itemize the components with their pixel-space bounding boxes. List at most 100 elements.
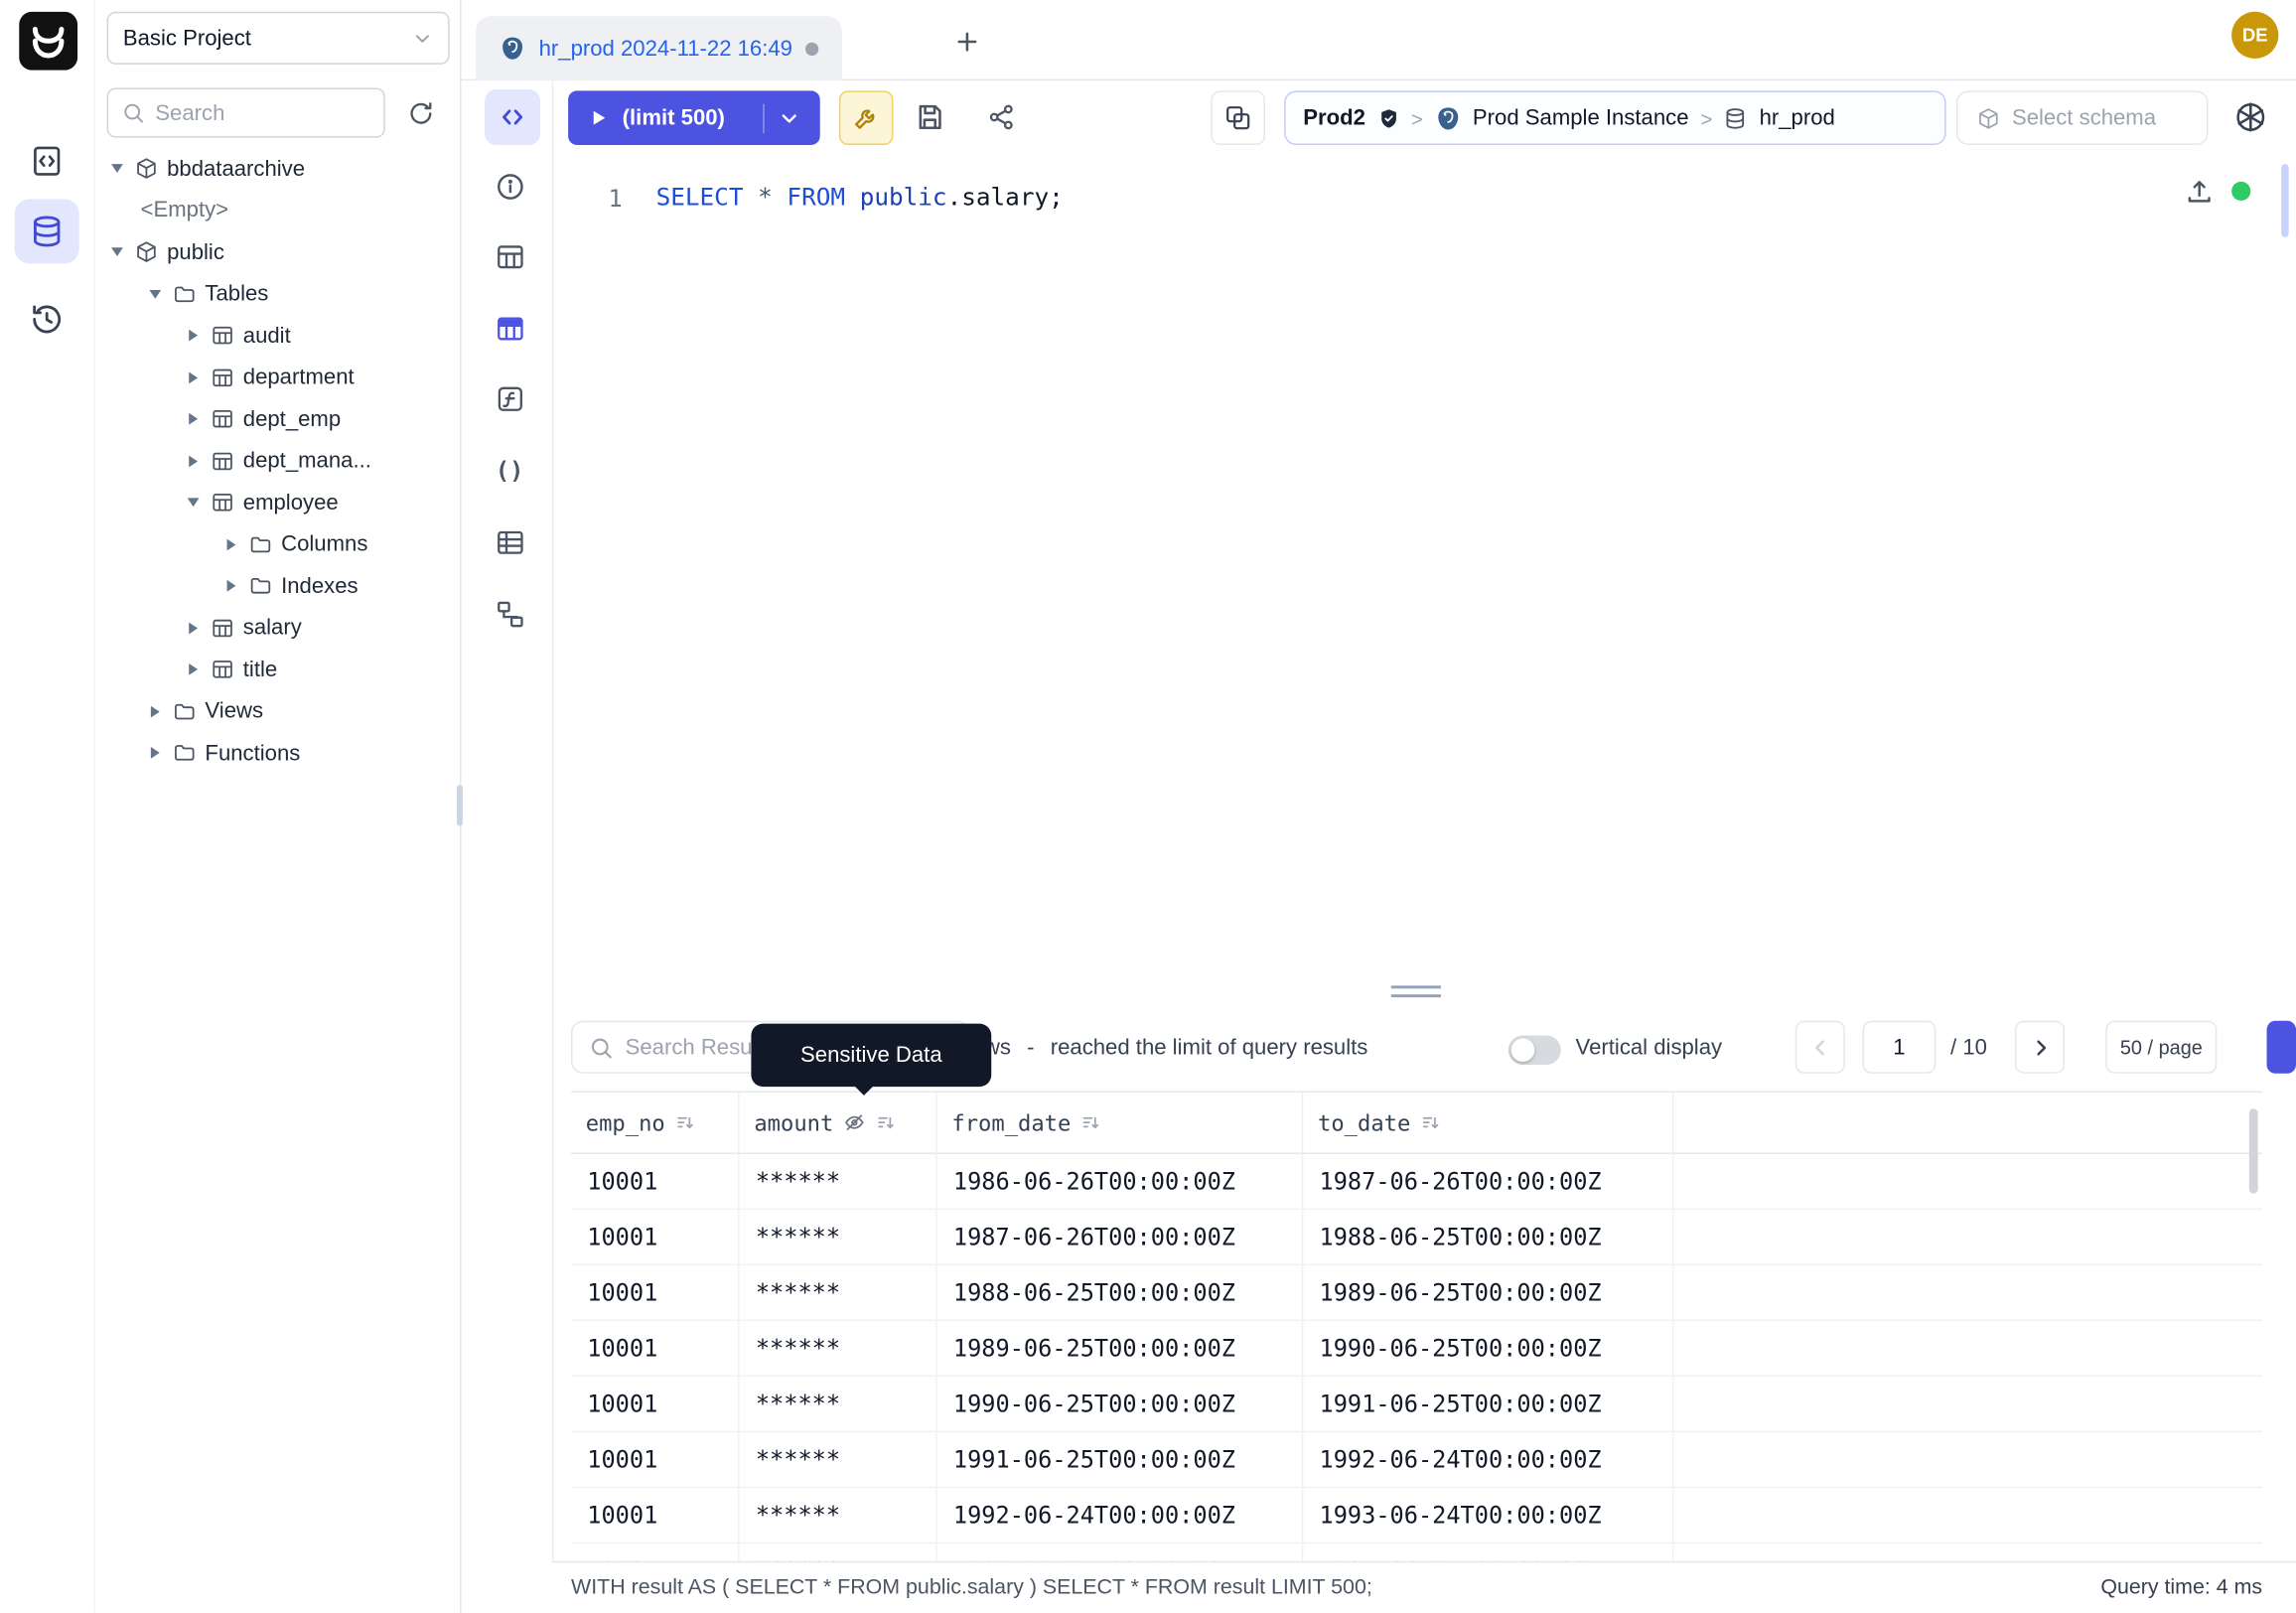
batch-query-button[interactable] <box>1211 90 1265 145</box>
tree-item-title[interactable]: title <box>95 649 462 690</box>
cell-emp-no[interactable]: 10001 <box>571 1488 740 1543</box>
cell-emp-no[interactable]: 10001 <box>571 1210 740 1265</box>
cell-to-date[interactable]: 1993-06-24T00:00:00Z <box>1303 1488 1673 1543</box>
page-number-input[interactable] <box>1864 1022 1935 1072</box>
select-schema-button[interactable]: Select schema <box>1956 90 2209 145</box>
cell-from-date[interactable]: 1991-06-25T00:00:00Z <box>937 1432 1304 1488</box>
prev-page-button[interactable] <box>1795 1021 1845 1074</box>
table-data-icon[interactable] <box>492 524 526 559</box>
cell-from-date[interactable]: 1990-06-25T00:00:00Z <box>937 1377 1304 1432</box>
project-selector[interactable]: Basic Project <box>107 12 450 65</box>
caret-down-icon[interactable] <box>107 248 126 257</box>
tree-item-bbdataarchive[interactable]: bbdataarchive <box>95 148 462 190</box>
caret-right-icon[interactable] <box>145 747 164 759</box>
cell-amount-masked[interactable]: ****** <box>740 1432 937 1488</box>
tree-item-dept-manager[interactable]: dept_mana... <box>95 440 462 482</box>
sort-icon[interactable] <box>876 1112 897 1133</box>
upload-icon[interactable] <box>2182 174 2217 209</box>
cell-emp-no[interactable]: 10001 <box>571 1432 740 1488</box>
connection-breadcrumb[interactable]: Prod2 > Prod Sample Instance > hr_prod <box>1284 90 1945 145</box>
tree-item-employee[interactable]: employee <box>95 482 462 523</box>
cell-from-date[interactable]: 1987-06-26T00:00:00Z <box>937 1210 1304 1265</box>
cell-emp-no[interactable]: 10001 <box>571 1154 740 1210</box>
export-button-clipped[interactable] <box>2267 1021 2296 1074</box>
cell-emp-no[interactable]: 10001 <box>571 1265 740 1321</box>
caret-down-icon[interactable] <box>107 165 126 174</box>
table-panel-icon[interactable] <box>492 238 526 273</box>
caret-right-icon[interactable] <box>183 663 202 675</box>
tree-item-views[interactable]: Views <box>95 690 462 732</box>
tree-item-columns[interactable]: Columns <box>95 523 462 565</box>
cell-from-date[interactable]: 1989-06-25T00:00:00Z <box>937 1321 1304 1377</box>
cell-to-date[interactable]: 1991-06-25T00:00:00Z <box>1303 1377 1673 1432</box>
bytebase-logo[interactable] <box>19 12 77 71</box>
share-sheet-button[interactable] <box>982 98 1020 136</box>
cell-to-date[interactable]: 1988-06-25T00:00:00Z <box>1303 1210 1673 1265</box>
run-options-chevron-icon[interactable] <box>778 106 801 130</box>
sort-icon[interactable] <box>675 1112 696 1133</box>
cell-to-date[interactable]: 1989-06-25T00:00:00Z <box>1303 1265 1673 1321</box>
tree-item-functions[interactable]: Functions <box>95 732 462 774</box>
cell-amount-masked[interactable]: ****** <box>740 1377 937 1432</box>
new-tab-button[interactable] <box>948 24 983 59</box>
sidebar-resize-handle[interactable] <box>457 785 463 825</box>
caret-right-icon[interactable] <box>183 413 202 425</box>
cell-from-date[interactable]: 1993-06-24T00:00:00Z <box>937 1543 1304 1561</box>
format-sql-button[interactable] <box>839 90 894 145</box>
next-page-button[interactable] <box>2015 1021 2065 1074</box>
cell-amount-masked[interactable]: ****** <box>740 1265 937 1321</box>
sort-icon[interactable] <box>1081 1112 1102 1133</box>
tree-item-salary[interactable]: salary <box>95 607 462 649</box>
rail-sql-file-icon[interactable] <box>15 129 79 194</box>
colored-table-icon[interactable] <box>492 311 526 346</box>
cell-amount-masked[interactable]: ****** <box>740 1154 937 1210</box>
run-query-button[interactable]: (limit 500) <box>568 90 820 145</box>
cell-from-date[interactable]: 1992-06-24T00:00:00Z <box>937 1488 1304 1543</box>
sql-editor-surface[interactable]: 1 SELECT * FROM public.salary; <box>552 161 2280 993</box>
cell-amount-masked[interactable]: ****** <box>740 1488 937 1543</box>
refresh-icon[interactable] <box>398 90 442 134</box>
schema-diagram-icon[interactable] <box>492 596 526 631</box>
sidebar-search-input[interactable] <box>155 100 370 125</box>
user-avatar[interactable]: DE <box>2231 12 2278 59</box>
cell-to-date[interactable]: 1990-06-25T00:00:00Z <box>1303 1321 1673 1377</box>
column-header-emp-no[interactable]: emp_no <box>571 1093 740 1154</box>
results-scrollbar-thumb[interactable] <box>2249 1108 2258 1194</box>
save-sheet-button[interactable] <box>910 96 950 137</box>
tree-item-public[interactable]: public <box>95 231 462 273</box>
cell-amount-masked[interactable]: ****** <box>740 1210 937 1265</box>
caret-right-icon[interactable] <box>221 580 240 592</box>
rail-database-icon[interactable] <box>15 200 79 264</box>
tree-item-tables[interactable]: Tables <box>95 273 462 315</box>
tree-item-dept-emp[interactable]: dept_emp <box>95 398 462 440</box>
caret-down-icon[interactable] <box>183 499 202 508</box>
caret-right-icon[interactable] <box>145 705 164 717</box>
panel-resize-handle[interactable] <box>1391 985 1441 997</box>
sidebar-search[interactable] <box>107 87 385 137</box>
caret-right-icon[interactable] <box>183 371 202 383</box>
cell-amount-masked[interactable]: ****** <box>740 1321 937 1377</box>
column-header-from-date[interactable]: from_date <box>937 1093 1304 1154</box>
parentheses-icon[interactable]: () <box>492 453 526 488</box>
tree-item-audit[interactable]: audit <box>95 315 462 357</box>
page-size-select[interactable]: 50 / page <box>2105 1021 2217 1074</box>
column-header-to-date[interactable]: to_date <box>1303 1093 1673 1154</box>
cell-emp-no[interactable]: 10001 <box>571 1321 740 1377</box>
caret-down-icon[interactable] <box>145 290 164 299</box>
tree-item-indexes[interactable]: Indexes <box>95 565 462 607</box>
function-icon[interactable] <box>492 380 526 415</box>
cell-to-date[interactable]: 1992-06-24T00:00:00Z <box>1303 1432 1673 1488</box>
cell-emp-no[interactable]: 10001 <box>571 1377 740 1432</box>
tree-item-department[interactable]: department <box>95 357 462 398</box>
column-header-amount[interactable]: amount <box>740 1093 937 1154</box>
cell-emp-no[interactable]: 10001 <box>571 1543 740 1561</box>
cell-from-date[interactable]: 1988-06-25T00:00:00Z <box>937 1265 1304 1321</box>
cell-from-date[interactable]: 1986-06-26T00:00:00Z <box>937 1154 1304 1210</box>
code-mode-button[interactable] <box>485 89 540 145</box>
eye-off-icon[interactable] <box>844 1111 866 1133</box>
vertical-display-toggle[interactable] <box>1508 1035 1561 1064</box>
ai-assistant-button[interactable] <box>2228 95 2272 139</box>
cell-to-date[interactable]: 1994-06-24T00:00:00Z <box>1303 1543 1673 1561</box>
cell-to-date[interactable]: 1987-06-26T00:00:00Z <box>1303 1154 1673 1210</box>
rail-history-icon[interactable] <box>15 287 79 352</box>
